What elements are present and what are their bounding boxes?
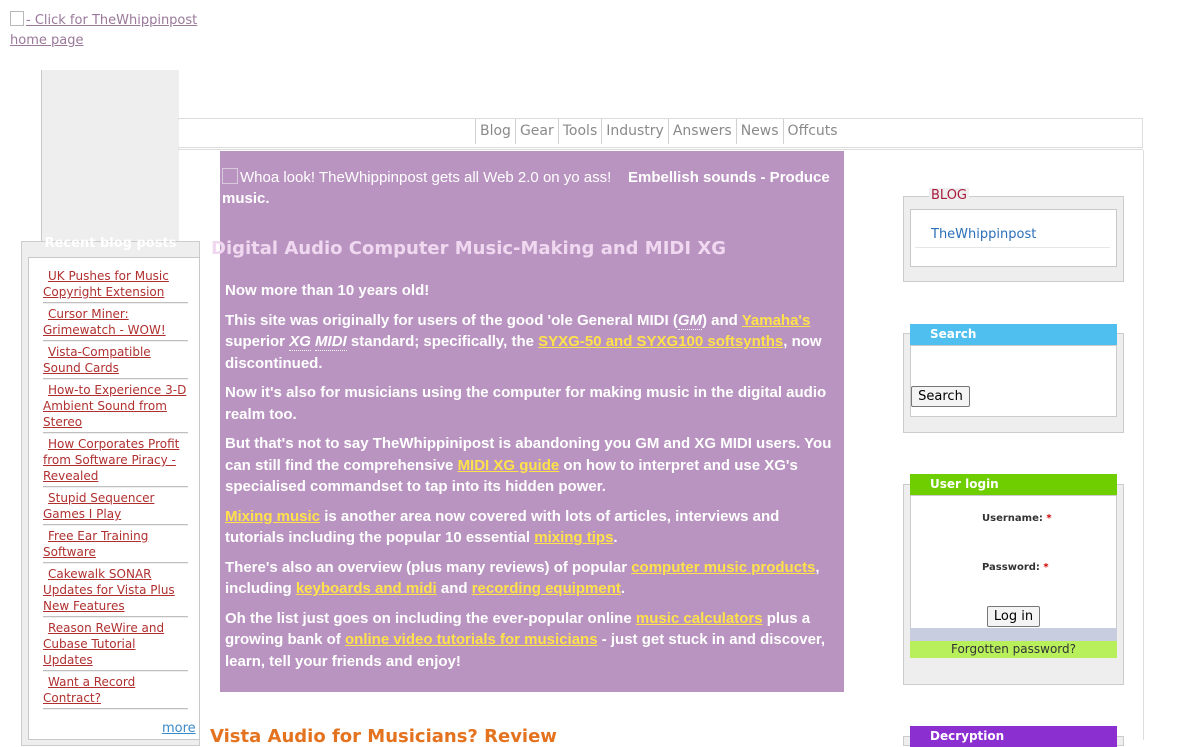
login-button[interactable]: Log in bbox=[987, 606, 1040, 627]
page-title: Digital Audio Computer Music-Making and … bbox=[211, 238, 726, 259]
recent-posts-list: UK Pushes for Music Copyright Extension … bbox=[43, 268, 188, 712]
text: ) and bbox=[701, 311, 742, 329]
text: and bbox=[436, 580, 472, 597]
gm-abbr: GM bbox=[677, 311, 702, 330]
post-link[interactable]: How-to Experience 3-D Ambient Sound from… bbox=[43, 382, 188, 433]
text: . bbox=[613, 529, 618, 546]
logo-alt-text: - Click for TheWhippinpost home page bbox=[10, 13, 198, 48]
syxg-link[interactable]: SYXG-50 and SYXG100 softsynths bbox=[538, 333, 783, 350]
search-block-title: Search bbox=[910, 324, 1117, 345]
forgot-password-link[interactable]: Forgotten password? bbox=[910, 641, 1117, 658]
login-separator bbox=[910, 628, 1117, 641]
post-link[interactable]: Stupid Sequencer Games I Play bbox=[43, 490, 188, 525]
mixing-tips-link[interactable]: mixing tips bbox=[534, 529, 613, 546]
intro-line: Whoa look! TheWhippinpost gets all Web 2… bbox=[222, 167, 837, 209]
password-label: Password: * bbox=[982, 562, 1049, 573]
broken-image-icon bbox=[222, 168, 238, 184]
nav-gear[interactable]: Gear bbox=[514, 119, 558, 144]
post-link[interactable]: Want a Record Contract? bbox=[43, 674, 188, 709]
paragraph: But that's not to say TheWhippinipost is… bbox=[225, 433, 837, 498]
nav-industry[interactable]: Industry bbox=[601, 119, 668, 144]
main-nav: Blog Gear Tools Industry Answers News Of… bbox=[475, 119, 842, 144]
video-tutorials-link[interactable]: online video tutorials for musicians bbox=[345, 631, 598, 648]
post-link[interactable]: Cursor Miner: Grimewatch - WOW! bbox=[43, 306, 188, 341]
header-image-alt: Whoa look! TheWhippinpost gets all Web 2… bbox=[240, 169, 612, 186]
post-link[interactable]: Cakewalk SONAR Updates for Vista Plus Ne… bbox=[43, 566, 188, 617]
text: There's also an overview (plus many revi… bbox=[225, 558, 632, 576]
text: standard; specifically, the bbox=[346, 333, 539, 350]
post-link[interactable]: Vista-Compatible Sound Cards bbox=[43, 344, 188, 379]
products-link[interactable]: computer music products bbox=[631, 559, 815, 576]
left-decor-strip bbox=[41, 70, 179, 242]
paragraph: This site was originally for users of th… bbox=[225, 310, 837, 375]
keyboards-link[interactable]: keyboards and midi bbox=[296, 580, 437, 597]
text: Oh the list just goes on including the e… bbox=[225, 609, 636, 627]
paragraph: There's also an overview (plus many revi… bbox=[225, 557, 837, 600]
nav-offcuts[interactable]: Offcuts bbox=[782, 119, 842, 144]
broken-image-icon bbox=[10, 11, 24, 26]
post-link[interactable]: UK Pushes for Music Copyright Extension bbox=[43, 268, 188, 303]
decryption-title: Decryption bbox=[910, 726, 1117, 747]
nav-answers[interactable]: Answers bbox=[667, 119, 736, 144]
divider bbox=[915, 247, 1110, 248]
recent-posts-title: Recent blog posts bbox=[44, 236, 177, 251]
paragraph: Now it's also for musicians using the co… bbox=[225, 384, 827, 423]
paragraph: Mixing music is another area now covered… bbox=[225, 506, 837, 549]
yamaha-link[interactable]: Yamaha's bbox=[742, 312, 811, 329]
text: superior bbox=[225, 333, 290, 350]
midi-xg-guide-link[interactable]: MIDI XG guide bbox=[458, 457, 560, 474]
midi-abbr: MIDI bbox=[315, 333, 347, 351]
home-logo-link[interactable]: - Click for TheWhippinpost home page bbox=[10, 11, 200, 51]
nav-tools[interactable]: Tools bbox=[557, 119, 602, 144]
text: This site was originally for users of th… bbox=[225, 311, 678, 329]
article-heading-link[interactable]: Vista Audio for Musicians? Review bbox=[210, 726, 557, 747]
user-login-title: User login bbox=[910, 474, 1117, 495]
paragraph: Now more than 10 years old! bbox=[225, 282, 430, 299]
username-label: Username: * bbox=[982, 513, 1052, 524]
post-link[interactable]: How Corporates Profit from Software Pira… bbox=[43, 436, 188, 487]
main-article: Now more than 10 years old! This site wa… bbox=[225, 280, 837, 680]
nav-blog[interactable]: Blog bbox=[475, 119, 515, 144]
text: . bbox=[620, 580, 626, 597]
xg-abbr: XG bbox=[289, 333, 311, 351]
paragraph: Oh the list just goes on including the e… bbox=[225, 608, 837, 673]
blog-link[interactable]: TheWhippinpost bbox=[931, 227, 1036, 242]
username-label-text: Username: bbox=[982, 513, 1043, 524]
calculators-link[interactable]: music calculators bbox=[636, 610, 763, 627]
post-link[interactable]: Free Ear Training Software bbox=[43, 528, 188, 563]
more-posts-link[interactable]: more bbox=[162, 721, 196, 736]
page-right-border bbox=[1143, 150, 1144, 740]
required-mark: * bbox=[1043, 562, 1049, 573]
nav-news[interactable]: News bbox=[735, 119, 783, 144]
password-label-text: Password: bbox=[982, 562, 1040, 573]
required-mark: * bbox=[1046, 513, 1052, 524]
mixing-music-link[interactable]: Mixing music bbox=[225, 508, 320, 525]
blog-block-title: BLOG bbox=[929, 188, 970, 203]
post-link[interactable]: Reason ReWire and Cubase Tutorial Update… bbox=[43, 620, 188, 671]
recording-link[interactable]: recording equipment bbox=[472, 580, 621, 597]
search-button[interactable]: Search bbox=[911, 386, 970, 407]
